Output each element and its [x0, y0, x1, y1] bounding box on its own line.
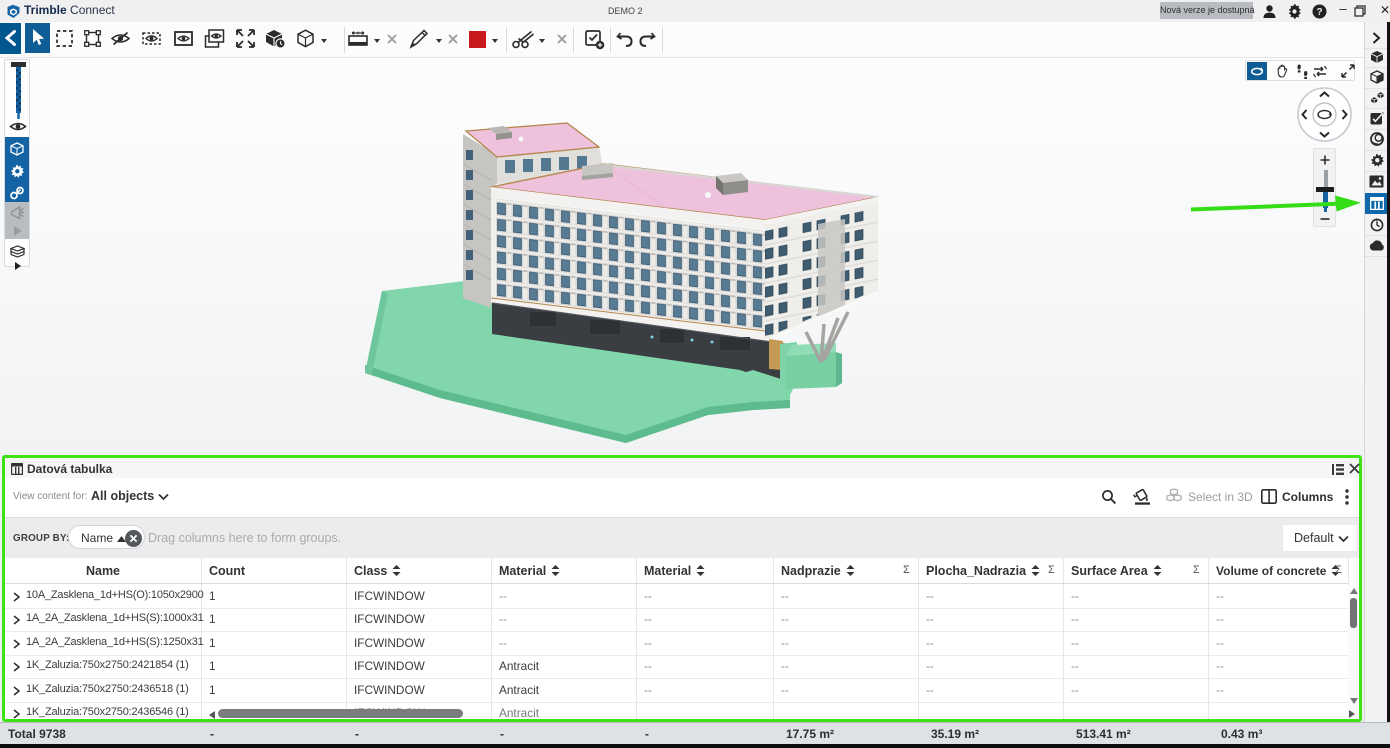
svg-text:?: ? [1316, 7, 1322, 18]
